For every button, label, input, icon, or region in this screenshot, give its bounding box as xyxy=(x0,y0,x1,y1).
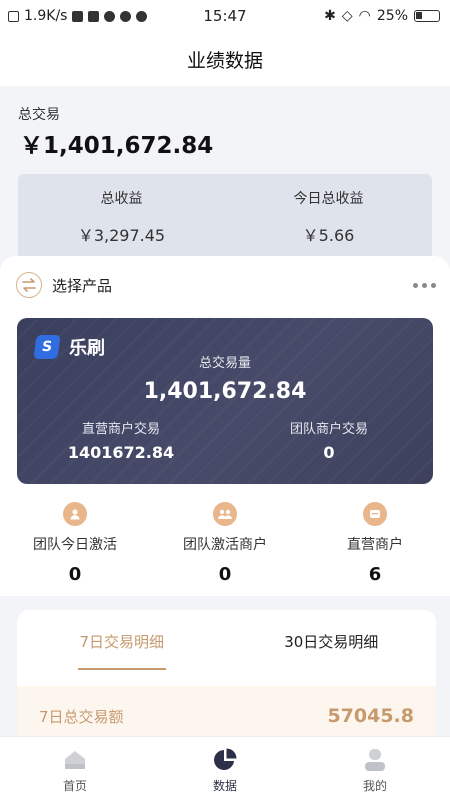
stat-label: 团队今日激活 xyxy=(33,537,117,553)
network-speed: 1.9K/s xyxy=(24,8,68,24)
product-sheet: 选择产品 S 乐刷 总交易量 1,401,672.84 直营商户交易 14016… xyxy=(0,256,450,596)
bluetooth-icon: ✱ xyxy=(324,8,336,24)
summary-section: 总交易 ￥1,401,672.84 总收益 ￥3,297.45 今日总收益 ￥5… xyxy=(0,86,450,276)
card-breakdown: 直营商户交易 1401672.84 团队商户交易 0 xyxy=(17,418,433,462)
stat-label: 直营商户 xyxy=(347,537,403,553)
battery-icon xyxy=(414,10,440,22)
seven-day-total-value: 57045.8 xyxy=(327,705,414,727)
total-trade-value: ￥1,401,672.84 xyxy=(20,133,214,159)
today-earnings-label: 今日总收益 xyxy=(293,191,364,207)
total-volume-value: 1,401,672.84 xyxy=(143,379,307,404)
cloud-icon xyxy=(104,10,116,22)
today-earnings-value: ￥5.66 xyxy=(302,226,355,245)
team-merchant-trade-label: 团队商户交易 xyxy=(289,422,368,437)
close-notification-icon xyxy=(8,10,19,22)
team-merchant-trade: 团队商户交易 0 xyxy=(225,418,433,462)
bell-icon xyxy=(120,10,132,22)
team-icon xyxy=(213,502,237,526)
team-merchant-trade-value: 0 xyxy=(323,443,335,462)
status-right: ✱ ◇ ◠ 25% xyxy=(324,8,440,24)
trade-detail-card: 7日交易明细 30日交易明细 7日总交易额 57045.8 xyxy=(17,610,436,746)
detail-tabs: 7日交易明细 30日交易明细 xyxy=(17,610,436,672)
store-icon xyxy=(363,502,387,526)
status-left: 1.9K/s xyxy=(8,8,148,24)
tab-data[interactable]: 数据 xyxy=(150,737,300,800)
tab-data-label: 数据 xyxy=(212,779,237,793)
total-earnings-value: ￥3,297.45 xyxy=(77,226,166,245)
page-title: 业绩数据 xyxy=(186,49,263,72)
direct-merchant-trade: 直营商户交易 1401672.84 xyxy=(17,418,225,462)
battery-percent: 25% xyxy=(376,8,408,24)
total-earnings-label: 总收益 xyxy=(100,191,143,207)
tab-home[interactable]: 首页 xyxy=(0,737,150,800)
stat-team-activated-merchants: 团队激活商户 0 xyxy=(150,502,300,585)
tab-7-day-detail[interactable]: 7日交易明细 xyxy=(17,610,227,672)
product-data-card: S 乐刷 总交易量 1,401,672.84 直营商户交易 1401672.84… xyxy=(17,318,433,484)
user-icon xyxy=(63,502,87,526)
mail-icon xyxy=(88,10,100,22)
bottom-tab-bar: 首页 数据 我的 xyxy=(0,736,450,800)
tab-mine-label: 我的 xyxy=(362,779,387,793)
total-volume: 总交易量 1,401,672.84 xyxy=(17,352,433,404)
tab-mine[interactable]: 我的 xyxy=(300,737,450,800)
select-product-row[interactable]: 选择产品 xyxy=(16,270,436,300)
stats-row: 团队今日激活 0 团队激活商户 0 直营商户 6 xyxy=(0,502,450,585)
tab-30-day-detail[interactable]: 30日交易明细 xyxy=(227,610,437,672)
stat-value: 6 xyxy=(368,564,382,585)
stat-value: 0 xyxy=(218,564,232,585)
planet-icon xyxy=(136,10,148,22)
profile-icon xyxy=(365,749,385,771)
home-icon xyxy=(65,751,85,769)
stat-label: 团队激活商户 xyxy=(183,537,267,553)
wifi-icon: ◠ xyxy=(358,8,371,24)
navigation-bar: 业绩数据 xyxy=(0,32,450,86)
pie-chart-icon xyxy=(214,748,237,770)
more-icon[interactable] xyxy=(413,282,436,288)
select-product-label[interactable]: 选择产品 xyxy=(52,275,112,296)
mute-icon: ◇ xyxy=(341,8,353,24)
screenshot-icon xyxy=(72,10,84,22)
total-trade-label: 总交易 xyxy=(18,107,60,123)
tab-home-label: 首页 xyxy=(62,779,87,793)
direct-merchant-trade-value: 1401672.84 xyxy=(67,443,175,462)
swap-icon[interactable] xyxy=(16,272,42,298)
direct-merchant-trade-label: 直营商户交易 xyxy=(81,422,160,437)
stat-team-today-activation: 团队今日激活 0 xyxy=(0,502,150,585)
seven-day-total-label: 7日总交易额 xyxy=(39,707,124,726)
stat-direct-merchants: 直营商户 6 xyxy=(300,502,450,585)
total-volume-label: 总交易量 xyxy=(198,356,251,371)
status-bar: 1.9K/s 15:47 ✱ ◇ ◠ 25% xyxy=(0,0,450,32)
stat-value: 0 xyxy=(68,564,82,585)
